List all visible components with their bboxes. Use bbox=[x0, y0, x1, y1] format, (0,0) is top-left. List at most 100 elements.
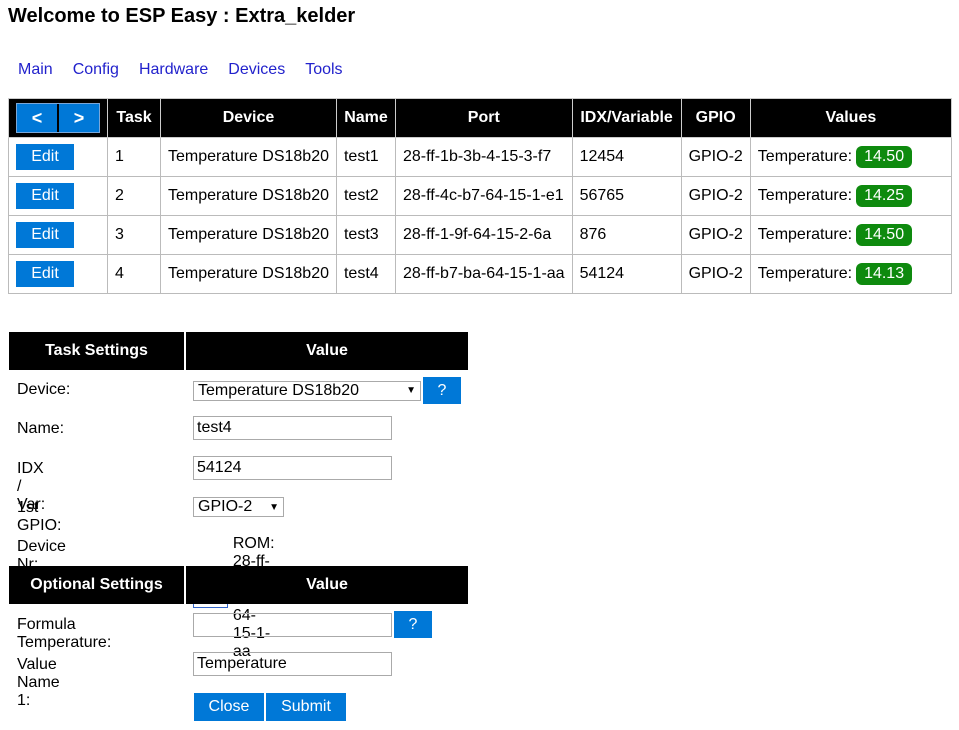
header-idx: IDX/Variable bbox=[571, 98, 682, 138]
table-row: Edit 4 Temperature DS18b20 test4 28-ff-b… bbox=[8, 254, 953, 294]
values-cell: Temperature: 14.50 bbox=[749, 215, 953, 255]
value-label: Temperature: bbox=[757, 226, 853, 243]
task-cell: 3 bbox=[107, 215, 161, 255]
formula-input[interactable] bbox=[193, 612, 392, 637]
gpio-select[interactable]: GPIO-2 ▼ bbox=[193, 497, 284, 517]
port-cell: 28-ff-b7-ba-64-15-1-aa bbox=[394, 254, 573, 294]
port-cell: 28-ff-1b-3b-4-15-3-f7 bbox=[394, 137, 573, 177]
devices-table: < > Task Device Name Port IDX/Variable G… bbox=[8, 98, 953, 294]
gpio-cell: GPIO-2 bbox=[680, 176, 751, 216]
device-select[interactable]: Temperature DS18b20 ▼ bbox=[193, 380, 421, 401]
optional-settings-header: Optional Settings Value bbox=[9, 566, 468, 604]
header-task: Task bbox=[107, 98, 161, 138]
nav-main[interactable]: Main bbox=[18, 61, 53, 79]
device-select-value: Temperature DS18b20 bbox=[198, 381, 359, 399]
edit-button[interactable]: Edit bbox=[16, 261, 74, 287]
name-cell: test3 bbox=[335, 215, 396, 255]
edit-button[interactable]: Edit bbox=[16, 222, 74, 248]
header-port: Port bbox=[394, 98, 573, 138]
name-field-wrap: test4 bbox=[193, 416, 392, 440]
port-cell: 28-ff-4c-b7-64-15-1-e1 bbox=[394, 176, 573, 216]
nav-config[interactable]: Config bbox=[73, 61, 119, 79]
formula-help-button[interactable]: ? bbox=[394, 611, 432, 638]
pager-header: < > bbox=[8, 98, 108, 138]
value-name-field-wrap: Temperature bbox=[193, 652, 392, 676]
table-header-row: < > Task Device Name Port IDX/Variable G… bbox=[8, 98, 953, 138]
device-cell: Temperature DS18b20 bbox=[160, 176, 337, 216]
next-page-button[interactable]: > bbox=[59, 104, 99, 132]
formula-label: Formula Temperature: bbox=[17, 616, 112, 651]
device-cell: Temperature DS18b20 bbox=[160, 254, 337, 294]
idx-cell: 54124 bbox=[571, 254, 682, 294]
chevron-down-icon: ▼ bbox=[406, 385, 416, 396]
gpio-cell: GPIO-2 bbox=[680, 137, 751, 177]
value-label: Temperature: bbox=[757, 265, 853, 282]
name-cell: test1 bbox=[335, 137, 396, 177]
device-field: Temperature DS18b20 ▼ ? bbox=[193, 377, 461, 404]
idx-input[interactable]: 54124 bbox=[193, 456, 392, 480]
task-cell: 2 bbox=[107, 176, 161, 216]
values-cell: Temperature: 14.13 bbox=[749, 254, 953, 294]
edit-cell: Edit bbox=[8, 137, 108, 177]
value-name-label: Value Name 1: bbox=[17, 656, 60, 709]
header-values: Values bbox=[749, 98, 953, 138]
port-cell: 28-ff-1-9f-64-15-2-6a bbox=[394, 215, 573, 255]
name-input[interactable]: test4 bbox=[193, 416, 392, 440]
table-row: Edit 2 Temperature DS18b20 test2 28-ff-4… bbox=[8, 176, 953, 216]
edit-button[interactable]: Edit bbox=[16, 183, 74, 209]
gpio-field-wrap: GPIO-2 ▼ bbox=[193, 497, 284, 517]
actions: Close Submit bbox=[194, 693, 346, 721]
name-cell: test4 bbox=[335, 254, 396, 294]
idx-cell: 876 bbox=[571, 215, 682, 255]
table-row: Edit 1 Temperature DS18b20 test1 28-ff-1… bbox=[8, 137, 953, 177]
chevron-down-icon: ▼ bbox=[269, 501, 279, 513]
optional-settings-value-title: Value bbox=[186, 566, 468, 604]
pager: < > bbox=[16, 103, 100, 133]
device-help-button[interactable]: ? bbox=[423, 377, 461, 404]
nav-devices[interactable]: Devices bbox=[228, 61, 285, 79]
header-gpio: GPIO bbox=[680, 98, 751, 138]
idx-cell: 56765 bbox=[571, 176, 682, 216]
prev-page-button[interactable]: < bbox=[17, 104, 57, 132]
page-title: Welcome to ESP Easy : Extra_kelder bbox=[8, 5, 356, 27]
header-device: Device bbox=[160, 98, 337, 138]
task-cell: 1 bbox=[107, 137, 161, 177]
name-label: Name: bbox=[17, 420, 65, 437]
idx-cell: 12454 bbox=[571, 137, 682, 177]
table-row: Edit 3 Temperature DS18b20 test3 28-ff-1… bbox=[8, 215, 953, 255]
value-label: Temperature: bbox=[757, 148, 853, 165]
close-button[interactable]: Close bbox=[194, 693, 264, 721]
value-badge: 14.50 bbox=[856, 224, 913, 246]
device-label: Device: bbox=[17, 381, 71, 398]
value-label: Temperature: bbox=[757, 187, 853, 204]
edit-cell: Edit bbox=[8, 254, 108, 294]
values-cell: Temperature: 14.25 bbox=[749, 176, 953, 216]
value-name-input[interactable]: Temperature bbox=[193, 652, 392, 676]
value-badge: 14.25 bbox=[856, 185, 913, 207]
edit-cell: Edit bbox=[8, 176, 108, 216]
task-settings-header: Task Settings Value bbox=[9, 332, 468, 370]
idx-field-wrap: 54124 bbox=[193, 456, 392, 480]
edit-button[interactable]: Edit bbox=[16, 144, 74, 170]
value-badge: 14.50 bbox=[856, 146, 913, 168]
values-cell: Temperature: 14.50 bbox=[749, 137, 953, 177]
optional-settings-title: Optional Settings bbox=[9, 566, 184, 604]
submit-button[interactable]: Submit bbox=[266, 693, 346, 721]
header-name: Name bbox=[335, 98, 396, 138]
formula-field-wrap: ? bbox=[193, 611, 432, 638]
task-cell: 4 bbox=[107, 254, 161, 294]
device-cell: Temperature DS18b20 bbox=[160, 215, 337, 255]
gpio-cell: GPIO-2 bbox=[680, 254, 751, 294]
nav-hardware[interactable]: Hardware bbox=[139, 61, 208, 79]
edit-cell: Edit bbox=[8, 215, 108, 255]
gpio-select-value: GPIO-2 bbox=[198, 498, 253, 515]
value-badge: 14.13 bbox=[856, 263, 913, 285]
task-settings-value-title: Value bbox=[186, 332, 468, 370]
task-settings-title: Task Settings bbox=[9, 332, 184, 370]
gpio-cell: GPIO-2 bbox=[680, 215, 751, 255]
gpio-label: 1st GPIO: bbox=[17, 499, 62, 534]
device-cell: Temperature DS18b20 bbox=[160, 137, 337, 177]
main-nav: Main Config Hardware Devices Tools bbox=[18, 61, 363, 79]
name-cell: test2 bbox=[335, 176, 396, 216]
nav-tools[interactable]: Tools bbox=[305, 61, 342, 79]
